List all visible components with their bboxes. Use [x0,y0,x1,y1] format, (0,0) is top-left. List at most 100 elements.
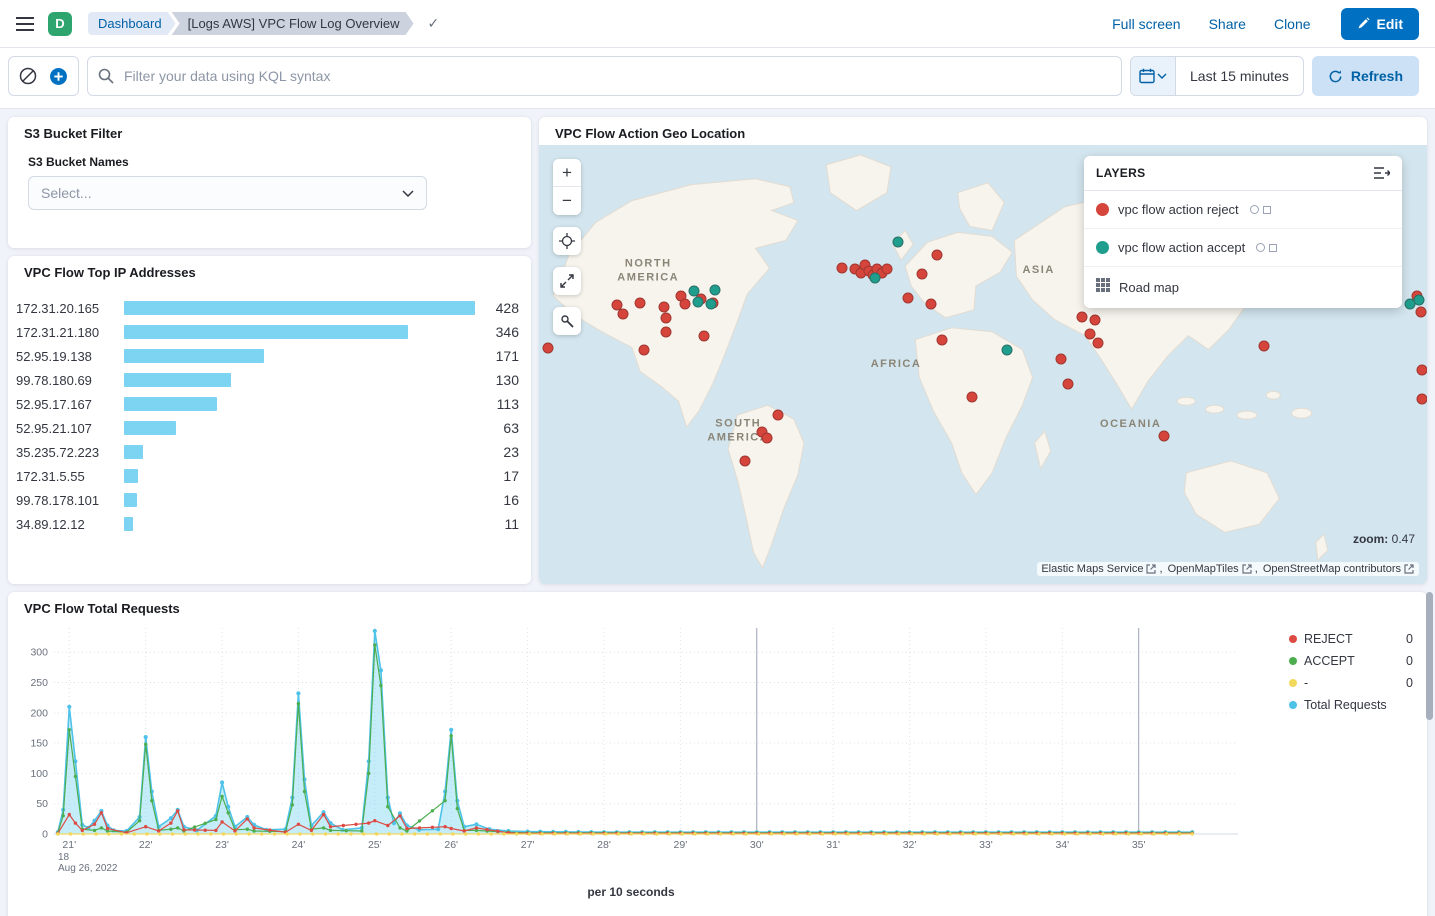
s3-bucket-select[interactable]: Select... [28,176,427,210]
geo-dot-reject[interactable] [661,312,672,323]
geo-dot-reject[interactable] [1415,306,1426,317]
kql-search-input[interactable] [122,67,1111,85]
geo-map-canvas[interactable]: NORTH AMERICASOUTH AMERICAAFRICAASIAOCEA… [539,145,1427,584]
fit-to-data-button[interactable] [553,267,581,295]
geo-dot-reject[interactable] [661,326,672,337]
collapse-layers-icon[interactable] [1374,167,1390,179]
checkmark-icon: ✓ [428,15,440,32]
map-controls: + − [553,159,581,335]
attribution-link[interactable]: OpenStreetMap contributors [1263,563,1401,575]
breadcrumb-dashboard[interactable]: Dashboard [88,12,176,35]
ip-bar[interactable] [124,397,217,411]
scrollbar-thumb[interactable] [1426,592,1433,720]
geo-dot-reject[interactable] [926,298,937,309]
search-icon [98,68,114,84]
geo-dot-reject[interactable] [1259,340,1270,351]
ip-bar-row: 52.95.19.138171 [16,344,519,368]
geo-dot-reject[interactable] [917,269,928,280]
geo-dot-reject[interactable] [761,432,772,443]
ip-bar[interactable] [124,517,133,531]
geo-dot-accept[interactable] [1002,344,1013,355]
geo-dot-reject[interactable] [1159,431,1170,442]
geo-dot-reject[interactable] [966,392,977,403]
refresh-button[interactable]: Refresh [1312,56,1419,96]
geo-dot-reject[interactable] [1077,311,1088,322]
geo-dot-reject[interactable] [659,301,670,312]
ip-bar[interactable] [124,325,408,339]
layer-row[interactable]: vpc flow action accept [1084,229,1402,267]
geo-dot-reject[interactable] [679,298,690,309]
geo-dot-accept[interactable] [893,237,904,248]
ip-bar-track [124,349,475,363]
geo-dot-accept[interactable] [692,296,703,307]
ip-bar[interactable] [124,445,143,459]
full-screen-button[interactable]: Full screen [1112,16,1180,32]
chevron-down-icon [402,190,414,197]
attribution-link[interactable]: OpenMapTiles [1168,563,1239,575]
geo-dot-reject[interactable] [1085,328,1096,339]
geo-dot-accept[interactable] [869,273,880,284]
layer-row[interactable]: vpc flow action reject [1084,191,1402,229]
ip-bar[interactable] [124,421,176,435]
map-tools-button[interactable] [553,307,581,335]
ip-address-label: 172.31.5.55 [16,469,124,484]
geo-dot-reject[interactable] [1093,337,1104,348]
legend: REJECT0ACCEPT0-0Total Requests [1289,628,1413,716]
geo-dot-reject[interactable] [932,250,943,261]
menu-button[interactable] [12,13,38,35]
geo-dot-reject[interactable] [1090,314,1101,325]
geo-dot-reject[interactable] [936,334,947,345]
attribution-link[interactable]: Elastic Maps Service [1041,563,1143,575]
geo-dot-reject[interactable] [1055,353,1066,364]
geo-dot-reject[interactable] [772,410,783,421]
legend-item[interactable]: ACCEPT0 [1289,650,1413,672]
geo-dot-reject[interactable] [617,308,628,319]
geo-dot-reject[interactable] [1416,394,1427,405]
zoom-out-button[interactable]: − [553,187,581,215]
geo-dot-accept[interactable] [688,286,699,297]
ip-bar[interactable] [124,349,264,363]
layer-visibility-icon [1269,244,1277,252]
set-view-button[interactable] [553,227,581,255]
zoom-in-button[interactable]: + [553,159,581,187]
vpc-flow-total-requests-panel: VPC Flow Total Requests 0501001502002503… [8,592,1427,916]
geo-dot-reject[interactable] [837,263,848,274]
geo-dot-accept[interactable] [1404,298,1415,309]
pencil-icon [1357,17,1370,30]
edit-button[interactable]: Edit [1341,8,1419,40]
panel-title: VPC Flow Action Geo Location [539,117,1427,145]
filter-options-button[interactable] [15,63,41,89]
geo-dot-accept[interactable] [705,298,716,309]
legend-item[interactable]: -0 [1289,672,1413,694]
geo-dot-accept[interactable] [709,285,720,296]
ip-bar[interactable] [124,469,138,483]
ip-bar[interactable] [124,493,137,507]
clone-button[interactable]: Clone [1274,16,1311,32]
geo-dot-reject[interactable] [543,342,554,353]
legend-item[interactable]: Total Requests [1289,694,1413,716]
map-attribution: Elastic Maps Service, OpenMapTiles, Open… [1037,562,1419,576]
geo-dot-reject[interactable] [698,330,709,341]
space-avatar[interactable]: D [48,12,72,36]
ip-bar-row: 99.78.180.69130 [16,368,519,392]
total-requests-chart[interactable]: 05010015020025030021'22'23'24'25'26'27'2… [16,620,1246,878]
date-picker-button[interactable] [1131,57,1176,95]
geo-dot-reject[interactable] [903,292,914,303]
ip-bar[interactable] [124,373,231,387]
geo-dot-reject[interactable] [881,264,892,275]
geo-dot-reject[interactable] [1062,379,1073,390]
breadcrumb-current[interactable]: [Logs AWS] VPC Flow Log Overview [172,12,414,35]
layer-row[interactable]: Road map [1084,267,1402,308]
time-range-label[interactable]: Last 15 minutes [1176,57,1303,95]
ip-address-label: 99.78.180.69 [16,373,124,388]
geo-dot-reject[interactable] [1416,365,1427,376]
geo-dot-reject[interactable] [740,455,751,466]
geo-dot-reject[interactable] [635,297,646,308]
legend-value: 0 [1406,654,1413,668]
legend-item[interactable]: REJECT0 [1289,628,1413,650]
geo-dot-reject[interactable] [639,344,650,355]
add-control-button[interactable] [45,63,72,90]
share-button[interactable]: Share [1209,16,1246,32]
ip-bar[interactable] [124,301,475,315]
svg-text:23': 23' [215,839,229,851]
